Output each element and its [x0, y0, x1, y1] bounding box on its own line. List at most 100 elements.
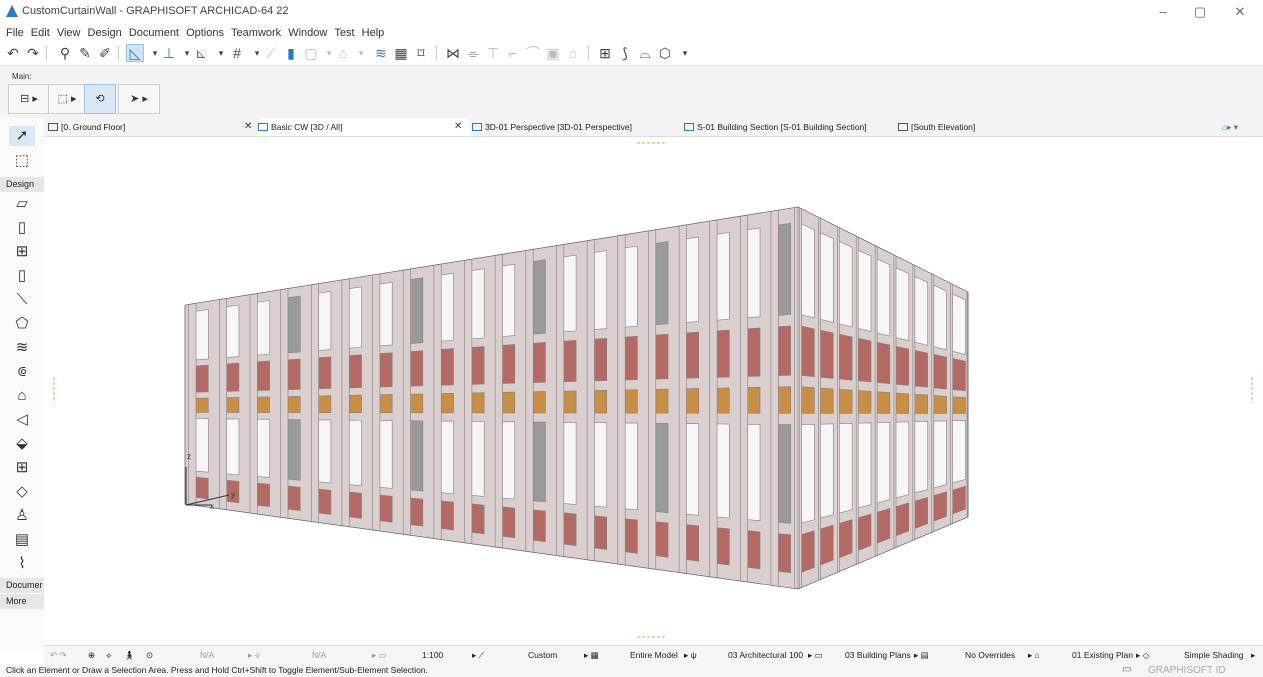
- shell-tool-icon[interactable]: ◁: [12, 410, 32, 430]
- close-button[interactable]: ✕: [1230, 4, 1250, 20]
- skylight-tool-icon[interactable]: ⬙: [12, 434, 32, 454]
- menu-view[interactable]: View: [57, 27, 81, 39]
- explode-icon[interactable]: ▣: [544, 44, 562, 62]
- scale-value[interactable]: 1:100: [422, 646, 443, 665]
- trace-icon[interactable]: ⌑: [412, 44, 430, 62]
- column-tool-icon[interactable]: ▯: [12, 266, 32, 286]
- tab-ground-floor[interactable]: [0. Ground Floor]: [48, 118, 254, 136]
- rotate-mode-button[interactable]: ⟲: [84, 84, 116, 114]
- renovation-value[interactable]: 01 Existing Plan: [1072, 646, 1133, 665]
- menu-options[interactable]: Options: [186, 27, 224, 39]
- layers-icon[interactable]: ≋: [372, 44, 390, 62]
- menu-design[interactable]: Design: [88, 27, 122, 39]
- layer-combo-value[interactable]: Custom: [528, 646, 557, 665]
- angle-dropdown[interactable]: ▸ ⟡: [248, 646, 260, 665]
- wall-tool-icon[interactable]: ▱: [12, 194, 32, 214]
- undo-icon[interactable]: ↶: [4, 44, 22, 62]
- grid-snap-icon[interactable]: #: [228, 44, 246, 62]
- minimize-button[interactable]: –: [1153, 4, 1173, 19]
- chevron-down-icon[interactable]: ▾: [676, 44, 694, 62]
- toolbox-design-header[interactable]: Design: [0, 177, 44, 192]
- offset-icon[interactable]: ⌒: [524, 44, 542, 62]
- fillet-icon[interactable]: ⌐: [504, 44, 522, 62]
- walk-icon[interactable]: 🚶︎: [124, 646, 135, 665]
- menu-document[interactable]: Document: [129, 27, 179, 39]
- 3d-viewport[interactable]: z x y: [44, 137, 1263, 645]
- navigator-dropdown[interactable]: ⌂▸ ▾: [1222, 118, 1258, 136]
- pen-set-value[interactable]: 03 Architectural 100: [728, 646, 803, 665]
- pick-up-parameters-icon[interactable]: ⚲: [56, 44, 74, 62]
- connect-icon[interactable]: ⟆: [616, 44, 634, 62]
- scale-icon[interactable]: ▦: [392, 44, 410, 62]
- shading-arrow[interactable]: ▸: [1251, 646, 1255, 665]
- marquee-tool-icon[interactable]: ⬚: [12, 151, 32, 171]
- model-view-value[interactable]: Entire Model: [630, 646, 678, 665]
- menu-test[interactable]: Test: [334, 27, 354, 39]
- eyedropper-icon[interactable]: ✎: [76, 44, 94, 62]
- tab-basic-cw-3d[interactable]: Basic CW [3D / All]: [258, 118, 470, 136]
- snap-guides-icon[interactable]: ⊥: [160, 44, 178, 62]
- merge-icon[interactable]: ⬡: [656, 44, 674, 62]
- stair-tool-icon[interactable]: ≋: [12, 338, 32, 358]
- pen-set-dropdown[interactable]: ▸ ψ: [684, 646, 697, 665]
- overrides-value[interactable]: No Overrides: [965, 646, 1015, 665]
- morph-tool-icon[interactable]: ◇: [12, 482, 32, 502]
- object-tool-icon[interactable]: ♙: [12, 506, 32, 526]
- curtain-wall-tool-icon[interactable]: ⊞: [12, 458, 32, 478]
- renovation-dropdown[interactable]: ▸ ⌂: [1028, 646, 1040, 665]
- roof-tool-icon[interactable]: ⌂: [12, 386, 32, 406]
- arrow-tool-icon[interactable]: ➚: [9, 126, 35, 146]
- zone-tool-icon[interactable]: ▤: [12, 530, 32, 550]
- solid-operations-icon[interactable]: ⊞: [596, 44, 614, 62]
- layer-combo-dropdown[interactable]: ▸ ⟋: [472, 646, 485, 665]
- intersect-icon[interactable]: ⊤: [484, 44, 502, 62]
- select-mode-button[interactable]: ⊟ ▸: [8, 84, 50, 114]
- guide-lines-icon[interactable]: ◺: [126, 44, 144, 62]
- menu-help[interactable]: Help: [362, 27, 385, 39]
- door-tool-icon[interactable]: ▯: [12, 218, 32, 238]
- tab-3d-perspective[interactable]: 3D-01 Perspective [3D-01 Perspective]: [472, 118, 678, 136]
- model-view-dropdown[interactable]: ▸ ▦: [584, 646, 599, 665]
- roof-icon[interactable]: ⌂: [564, 44, 582, 62]
- scale-dropdown-arrow[interactable]: ▸ ▭: [372, 646, 387, 665]
- frame-icon[interactable]: ▢: [302, 44, 320, 62]
- beam-tool-icon[interactable]: ⟍: [12, 290, 32, 310]
- close-tab-icon[interactable]: ✕: [454, 118, 462, 136]
- shading-dropdown[interactable]: ▸ ◇: [1136, 646, 1149, 665]
- graphisoft-id-link[interactable]: GRAPHISOFT ID: [1148, 665, 1226, 676]
- orbit-icon[interactable]: ⟡: [106, 646, 112, 665]
- railing-tool-icon[interactable]: ⟃: [12, 362, 32, 382]
- close-tab-icon[interactable]: ✕: [244, 118, 252, 136]
- window-tool-icon[interactable]: ⊞: [12, 242, 32, 262]
- zoom-icon[interactable]: ⊕: [88, 646, 95, 665]
- undo-view-icon[interactable]: ↶ ↷: [50, 646, 67, 665]
- snap-points-icon[interactable]: ⊾: [192, 44, 210, 62]
- menu-window[interactable]: Window: [288, 27, 327, 39]
- arrow-tool-button[interactable]: ➤ ▸: [118, 84, 160, 114]
- redo-icon[interactable]: ↷: [24, 44, 42, 62]
- toolbox-document-header[interactable]: Documer: [0, 578, 44, 593]
- mvo-dropdown[interactable]: ▸ ▭: [808, 646, 823, 665]
- pencil-icon[interactable]: ⟋: [262, 44, 280, 62]
- tab-south-elevation[interactable]: [South Elevation]: [898, 118, 1038, 136]
- marquee-icon[interactable]: ▮: [282, 44, 300, 62]
- shading-value[interactable]: Simple Shading: [1184, 646, 1244, 665]
- slab-tool-icon[interactable]: ⬠: [12, 314, 32, 334]
- trim-to-roof-icon[interactable]: ⌓: [636, 44, 654, 62]
- inject-parameters-icon[interactable]: ✐: [96, 44, 114, 62]
- chevron-down-icon[interactable]: ▾: [352, 44, 370, 62]
- tab-building-section[interactable]: S-01 Building Section [S-01 Building Sec…: [684, 118, 894, 136]
- maximize-button[interactable]: ▢: [1190, 4, 1210, 20]
- menu-teamwork[interactable]: Teamwork: [231, 27, 281, 39]
- mesh-tool-icon[interactable]: ⌇: [12, 554, 32, 574]
- split-icon[interactable]: ⋈: [444, 44, 462, 62]
- marquee-mode-button[interactable]: ⬚ ▸: [48, 84, 86, 114]
- menu-edit[interactable]: Edit: [31, 27, 50, 39]
- overrides-dropdown[interactable]: ▸ ▤: [914, 646, 929, 665]
- toolbox-more-header[interactable]: More: [0, 594, 44, 609]
- adjust-icon[interactable]: ⌯: [464, 44, 482, 62]
- mvo-value[interactable]: 03 Building Plans: [845, 646, 911, 665]
- lock-icon[interactable]: ⌂: [334, 44, 352, 62]
- menu-file[interactable]: File: [6, 27, 24, 39]
- fit-zoom-icon[interactable]: ⊙: [146, 646, 153, 665]
